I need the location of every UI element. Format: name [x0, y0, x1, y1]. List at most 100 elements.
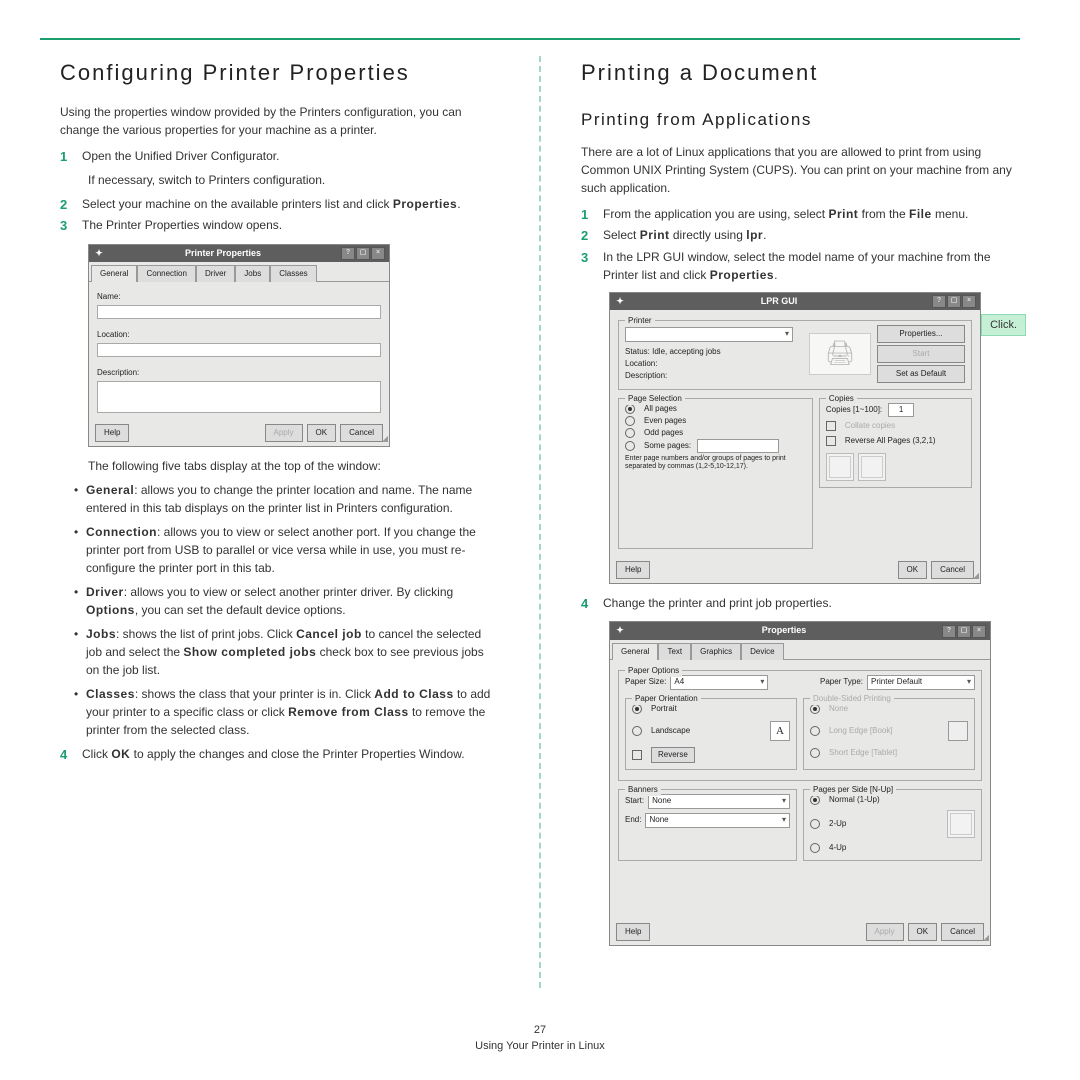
printer-select[interactable]: ▾ — [625, 327, 793, 342]
radio-even[interactable] — [625, 416, 635, 426]
radio-odd[interactable] — [625, 428, 635, 438]
step-3: 3 The Printer Properties window opens. — [60, 216, 499, 236]
t: Classes — [86, 687, 135, 701]
reverse-button[interactable]: Reverse — [651, 747, 695, 763]
resize-grip-icon[interactable]: ◢ — [973, 570, 979, 582]
legend: Printer — [625, 315, 655, 327]
legend: Banners — [625, 784, 661, 796]
dialog-body: Printer ▾ Status: Idle, accepting jobs L… — [610, 310, 980, 557]
tab-jobs[interactable]: Jobs — [235, 265, 270, 282]
ok-button[interactable]: OK — [908, 923, 938, 941]
tab-general[interactable]: General — [612, 643, 658, 660]
radio-dsp-long[interactable] — [810, 726, 820, 736]
t: Properties — [393, 197, 457, 211]
radio-all[interactable] — [625, 404, 635, 414]
close-icon[interactable]: × — [962, 295, 976, 308]
t: OK — [111, 747, 130, 761]
tab-general[interactable]: General — [91, 265, 137, 282]
banner-end-select[interactable]: None▾ — [645, 813, 790, 828]
step-number: 4 — [60, 745, 72, 765]
t: Even pages — [644, 415, 686, 427]
tab-device[interactable]: Device — [741, 643, 783, 660]
resize-grip-icon[interactable]: ◢ — [382, 433, 388, 445]
description-input[interactable] — [97, 381, 381, 413]
rstep-4: 4 Change the printer and print job prope… — [581, 594, 1020, 614]
page-number: 27 — [0, 1024, 1080, 1036]
maximize-icon[interactable]: ▢ — [356, 247, 370, 260]
tab-graphics[interactable]: Graphics — [691, 643, 741, 660]
step-number: 3 — [60, 216, 72, 236]
step-text: In the LPR GUI window, select the model … — [603, 248, 1020, 284]
location-label: Location: — [97, 329, 381, 341]
ok-button[interactable]: OK — [307, 424, 337, 442]
banners-group: Banners Start:None▾ End:None▾ — [618, 789, 797, 861]
maximize-icon[interactable]: ▢ — [947, 295, 961, 308]
orientation-group: Paper Orientation Portrait LandscapeA Re… — [625, 698, 797, 770]
set-default-button[interactable]: Set as Default — [877, 365, 965, 383]
radio-portrait[interactable] — [632, 704, 642, 714]
radio-2up[interactable] — [810, 819, 820, 829]
start-label: Start: — [625, 795, 644, 807]
close-icon[interactable]: × — [972, 625, 986, 638]
click-callout: Click. — [981, 314, 1026, 337]
maximize-icon[interactable]: ▢ — [957, 625, 971, 638]
location-label: Location: — [625, 358, 803, 370]
paper-size-label: Paper Size: — [625, 676, 666, 688]
apply-button[interactable]: Apply — [866, 923, 904, 941]
t: . — [763, 228, 766, 242]
t: A4 — [674, 676, 684, 688]
name-input[interactable] — [97, 305, 381, 319]
t: lpr — [746, 228, 763, 242]
t: Select your machine on the available pri… — [82, 197, 393, 211]
reverse-checkbox[interactable] — [826, 436, 836, 446]
reverse-checkbox[interactable] — [632, 750, 642, 760]
dialog-body: Name: Location: Description: — [89, 282, 389, 420]
paper-size-select[interactable]: A4▾ — [670, 675, 768, 690]
radio-4up[interactable] — [810, 843, 820, 853]
radio-dsp-short[interactable] — [810, 748, 820, 758]
radio-1up[interactable] — [810, 795, 820, 805]
close-icon[interactable]: × — [371, 247, 385, 260]
paper-type-select[interactable]: Printer Default▾ — [867, 675, 975, 690]
radio-dsp-none[interactable] — [810, 704, 820, 714]
help-button[interactable]: Help — [616, 561, 650, 579]
t: : allows you to view or select another p… — [124, 585, 453, 599]
some-pages-input[interactable] — [697, 439, 779, 453]
step-4: 4 Click OK to apply the changes and clos… — [60, 745, 499, 765]
t: : shows the list of print jobs. Click — [116, 627, 296, 641]
apply-button[interactable]: Apply — [265, 424, 303, 442]
step-1: 1 Open the Unified Driver Configurator. — [60, 147, 499, 167]
step-number: 1 — [581, 205, 593, 225]
properties-button[interactable]: Properties... — [877, 325, 965, 343]
help-button[interactable]: Help — [616, 923, 650, 941]
help-icon[interactable]: ? — [932, 295, 946, 308]
resize-grip-icon[interactable]: ◢ — [983, 932, 989, 944]
banner-start-select[interactable]: None▾ — [648, 794, 790, 809]
t: Connection — [86, 525, 157, 539]
tab-driver[interactable]: Driver — [196, 265, 235, 282]
radio-landscape[interactable] — [632, 726, 642, 736]
collate-checkbox[interactable] — [826, 421, 836, 431]
radio-some[interactable] — [625, 441, 635, 451]
start-button[interactable]: Start — [877, 345, 965, 363]
cancel-button[interactable]: Cancel — [941, 923, 984, 941]
tab-connection[interactable]: Connection — [137, 265, 195, 282]
t: . — [774, 268, 777, 282]
tabs: General Text Graphics Device — [610, 640, 990, 660]
t: Some pages: — [644, 440, 691, 452]
ok-button[interactable]: OK — [898, 561, 928, 579]
description-label: Description: — [97, 367, 381, 379]
rstep-3: 3 In the LPR GUI window, select the mode… — [581, 248, 1020, 284]
tab-classes[interactable]: Classes — [270, 265, 316, 282]
cancel-button[interactable]: Cancel — [931, 561, 974, 579]
help-button[interactable]: Help — [95, 424, 129, 442]
help-icon[interactable]: ? — [942, 625, 956, 638]
location-input[interactable] — [97, 343, 381, 357]
cancel-button[interactable]: Cancel — [340, 424, 383, 442]
copies-input[interactable]: 1 — [888, 403, 914, 417]
legend: Pages per Side [N-Up] — [810, 784, 896, 796]
help-icon[interactable]: ? — [341, 247, 355, 260]
tabs: General Connection Driver Jobs Classes — [89, 262, 389, 282]
tab-text[interactable]: Text — [658, 643, 691, 660]
t: : allows you to change the printer locat… — [86, 483, 472, 515]
